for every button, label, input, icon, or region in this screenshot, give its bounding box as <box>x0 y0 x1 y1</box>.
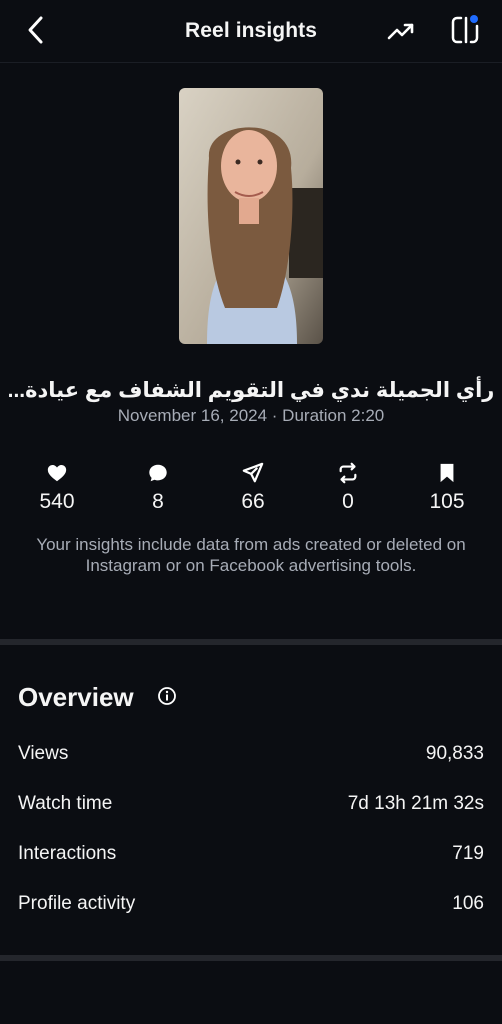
comment-icon <box>149 464 167 482</box>
overview-value: 7d 13h 21m 32s <box>347 793 484 814</box>
shares-stat: 66 <box>213 462 293 514</box>
info-icon[interactable] <box>157 686 177 706</box>
reel-thumbnail[interactable] <box>179 88 323 344</box>
overview-label: Views <box>18 743 69 764</box>
overview-row-profile-activity[interactable]: Profile activity 106 <box>18 893 484 915</box>
section-divider <box>0 955 502 961</box>
notification-dot <box>470 15 478 23</box>
overview-label: Profile activity <box>18 893 136 914</box>
overview-heading: Overview <box>18 682 134 712</box>
top-bar: Reel insights <box>0 0 502 63</box>
overview-value: 719 <box>452 843 484 864</box>
page-title: Reel insights <box>185 19 317 42</box>
saves-count: 105 <box>429 490 465 513</box>
likes-count: 540 <box>39 490 75 513</box>
section-divider <box>0 639 502 645</box>
trends-button[interactable] <box>386 18 416 44</box>
overview-row-watch-time[interactable]: Watch time 7d 13h 21m 32s <box>18 793 484 815</box>
send-icon <box>242 462 264 483</box>
reel-date-duration: November 16, 2024 · Duration 2:20 <box>117 406 385 425</box>
heart-icon <box>47 465 67 482</box>
reel-thumbnail-image <box>179 88 323 344</box>
overview-row-views[interactable]: Views 90,833 <box>18 743 484 765</box>
overview-value: 90,833 <box>425 743 484 764</box>
reel-caption: رأي الجميلة ندي في التقويم الشفاف مع عيا… <box>7 379 495 402</box>
overview-row-interactions[interactable]: Interactions 719 <box>18 843 484 865</box>
reposts-count: 0 <box>342 490 354 513</box>
repost-icon <box>339 462 357 484</box>
engagement-stats: 540 8 66 0 105 <box>0 462 502 522</box>
bookmark-icon <box>440 463 454 483</box>
ads-data-note: Your insights include data from ads crea… <box>36 535 466 575</box>
comments-count: 8 <box>152 490 164 513</box>
trending-up-icon <box>387 23 414 40</box>
likes-stat: 540 <box>17 462 97 514</box>
saves-stat: 105 <box>407 462 487 514</box>
shares-count: 66 <box>241 490 265 513</box>
back-button[interactable] <box>22 14 52 46</box>
overview-value: 106 <box>452 893 484 914</box>
overview-label: Interactions <box>18 843 117 864</box>
overview-label: Watch time <box>18 793 113 814</box>
reposts-stat: 0 <box>308 462 388 514</box>
chevron-left-icon <box>28 16 43 44</box>
comments-stat: 8 <box>118 462 198 514</box>
